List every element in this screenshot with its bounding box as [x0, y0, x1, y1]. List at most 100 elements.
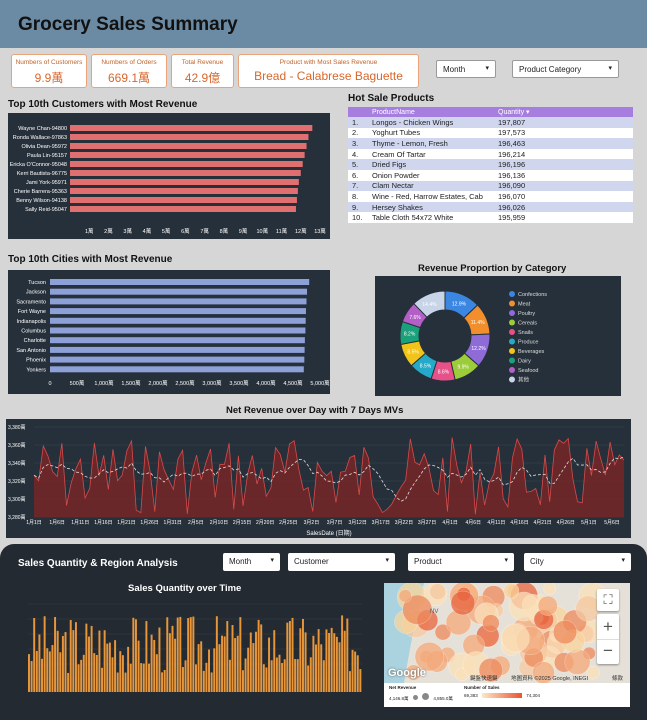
hot-products-table: ProductName Quantity ▾ 1. Longos - Chicke… [348, 107, 633, 223]
table-row[interactable]: 1. Longos - Chicken Wings 197,807 [348, 117, 633, 128]
quantity-bar [145, 621, 148, 692]
quantity-bar [315, 644, 317, 692]
product-name: Cream Of Tartar [368, 148, 494, 160]
x-tick-label: 2萬 [104, 227, 113, 235]
quantity-bar [171, 625, 174, 692]
table-row[interactable]: 4. Cream Of Tartar 196,214 [348, 148, 633, 160]
x-tick-label: 3月27日 [418, 520, 436, 526]
dropdown-label: Customer [294, 557, 329, 566]
product-name: Table Cloth 54x72 White [368, 212, 494, 223]
y-tick-label: 3,380萬 [8, 424, 26, 431]
customer-bar [70, 179, 299, 185]
city-bubble [450, 590, 476, 616]
table-row[interactable]: 9. Hersey Shakes 196,026 [348, 201, 633, 213]
col-header-quantity[interactable]: Quantity ▾ [494, 107, 633, 117]
map-terms-link[interactable]: 條款 [612, 674, 623, 682]
x-tick-label: 5月6日 [604, 520, 620, 526]
quantity-bar [320, 644, 323, 692]
category-filter-dropdown[interactable]: Product Category ▾ [512, 60, 619, 78]
quantity-bar [304, 632, 307, 692]
chevron-down-icon: ▾ [485, 65, 489, 72]
legend-color-gradient [482, 693, 523, 699]
x-tick-label: 3月22日 [395, 520, 413, 526]
quantity-bar [28, 654, 30, 692]
col-header-product[interactable]: ProductName [368, 107, 494, 117]
quantity-bar [299, 628, 302, 692]
map-brand-logo: Google [388, 667, 426, 679]
table-row[interactable]: 6. Onion Powder 196,136 [348, 169, 633, 181]
bottom-product-dropdown[interactable]: Product ▾ [408, 553, 514, 571]
slice-label: 8.5% [407, 350, 419, 356]
product-name: Onion Powder [368, 169, 494, 181]
table-row[interactable]: 3. Thyme - Lemon, Fresh 196,463 [348, 138, 633, 149]
x-tick-label: 1月6日 [49, 520, 65, 526]
city-bar [50, 327, 306, 334]
x-tick-label: 6萬 [181, 227, 190, 235]
kpi-value: Bread - Calabrese Baguette [254, 69, 403, 83]
customer-label: Cherie Barrera-95363 [14, 189, 67, 195]
legend-swatch [509, 319, 515, 326]
city-label: Yonkers [26, 367, 46, 373]
customer-bar [70, 161, 303, 167]
table-row[interactable]: 2. Yoghurt Tubes 197,573 [348, 127, 633, 139]
kpi-revenue: Total Revenue 42.9億 [171, 54, 234, 88]
product-name: Yoghurt Tubes [368, 127, 494, 139]
quantity-bar [33, 617, 36, 692]
x-tick-label: 3月7日 [327, 520, 343, 526]
month-filter-dropdown[interactable]: Month ▾ [436, 60, 496, 78]
quantity-bar [241, 670, 244, 692]
table-row[interactable]: 8. Wine - Red, Harrow Estates, Cab 196,070 [348, 191, 633, 202]
quantity-bar [54, 616, 57, 692]
chevron-down-icon: ▾ [270, 557, 274, 564]
x-tick-label: 12萬 [295, 227, 307, 235]
city-bar [50, 298, 307, 305]
x-tick-label: 1月1日 [26, 520, 42, 526]
city-bubble [429, 583, 447, 600]
bottom-month-dropdown[interactable]: Month ▾ [223, 553, 280, 571]
kpi-customers: Numbers of Customers 9.9萬 [11, 54, 87, 88]
quantity-bar [161, 672, 164, 692]
table-row[interactable]: 7. Clam Nectar 196,090 [348, 180, 633, 192]
product-quantity: 196,196 [494, 159, 633, 170]
quantity-bar [74, 622, 77, 692]
city-bubble [500, 623, 530, 653]
sort-down-icon: ▾ [526, 109, 530, 116]
quantity-bar [197, 644, 200, 692]
customer-bar [70, 170, 301, 176]
quantity-bar [59, 652, 62, 692]
bottom-city-dropdown[interactable]: City ▾ [524, 553, 631, 571]
x-tick-label: 2月5日 [188, 520, 204, 526]
map-shortcuts-link[interactable]: 鍵盤快速鍵 [470, 674, 498, 682]
kpi-top-product: Product with Most Sales Revenue Bread - … [238, 54, 419, 88]
legend-label: Dairy [518, 359, 531, 365]
city-label: Columbus [21, 329, 46, 335]
zoom-out-icon[interactable]: − [597, 639, 619, 664]
table-row[interactable]: 10. Table Cloth 54x72 White 195,959 [348, 212, 633, 223]
quantity-bar [239, 617, 242, 692]
quantity-bar [90, 625, 93, 692]
legend-label: Meat [518, 302, 531, 308]
x-tick-label: 2月15日 [233, 520, 251, 526]
revenue-area [34, 437, 624, 517]
quantity-bar [61, 635, 64, 692]
quantity-bar [215, 616, 218, 692]
city-bubble [537, 595, 558, 616]
city-bar [50, 317, 306, 324]
row-index: 10. [348, 212, 368, 223]
quantity-bar [348, 671, 351, 692]
quantity-bar [270, 660, 273, 692]
product-quantity: 196,070 [494, 191, 633, 202]
x-tick-label: 7萬 [200, 227, 209, 235]
legend-label: Snails [518, 330, 533, 336]
bottom-customer-dropdown[interactable]: Customer ▾ [288, 553, 395, 571]
quantity-bar [236, 635, 239, 692]
quantity-bar [80, 659, 83, 692]
quantity-bar [234, 638, 237, 692]
slice-label: 12.9% [452, 301, 467, 307]
table-row[interactable]: 5. Dried Figs 196,196 [348, 159, 633, 170]
quantity-bar [213, 648, 216, 692]
zoom-in-icon[interactable]: + [597, 614, 619, 639]
legend-swatch [509, 367, 515, 373]
fullscreen-icon[interactable]: ⛶ [597, 589, 619, 611]
quantity-bar [114, 640, 117, 692]
